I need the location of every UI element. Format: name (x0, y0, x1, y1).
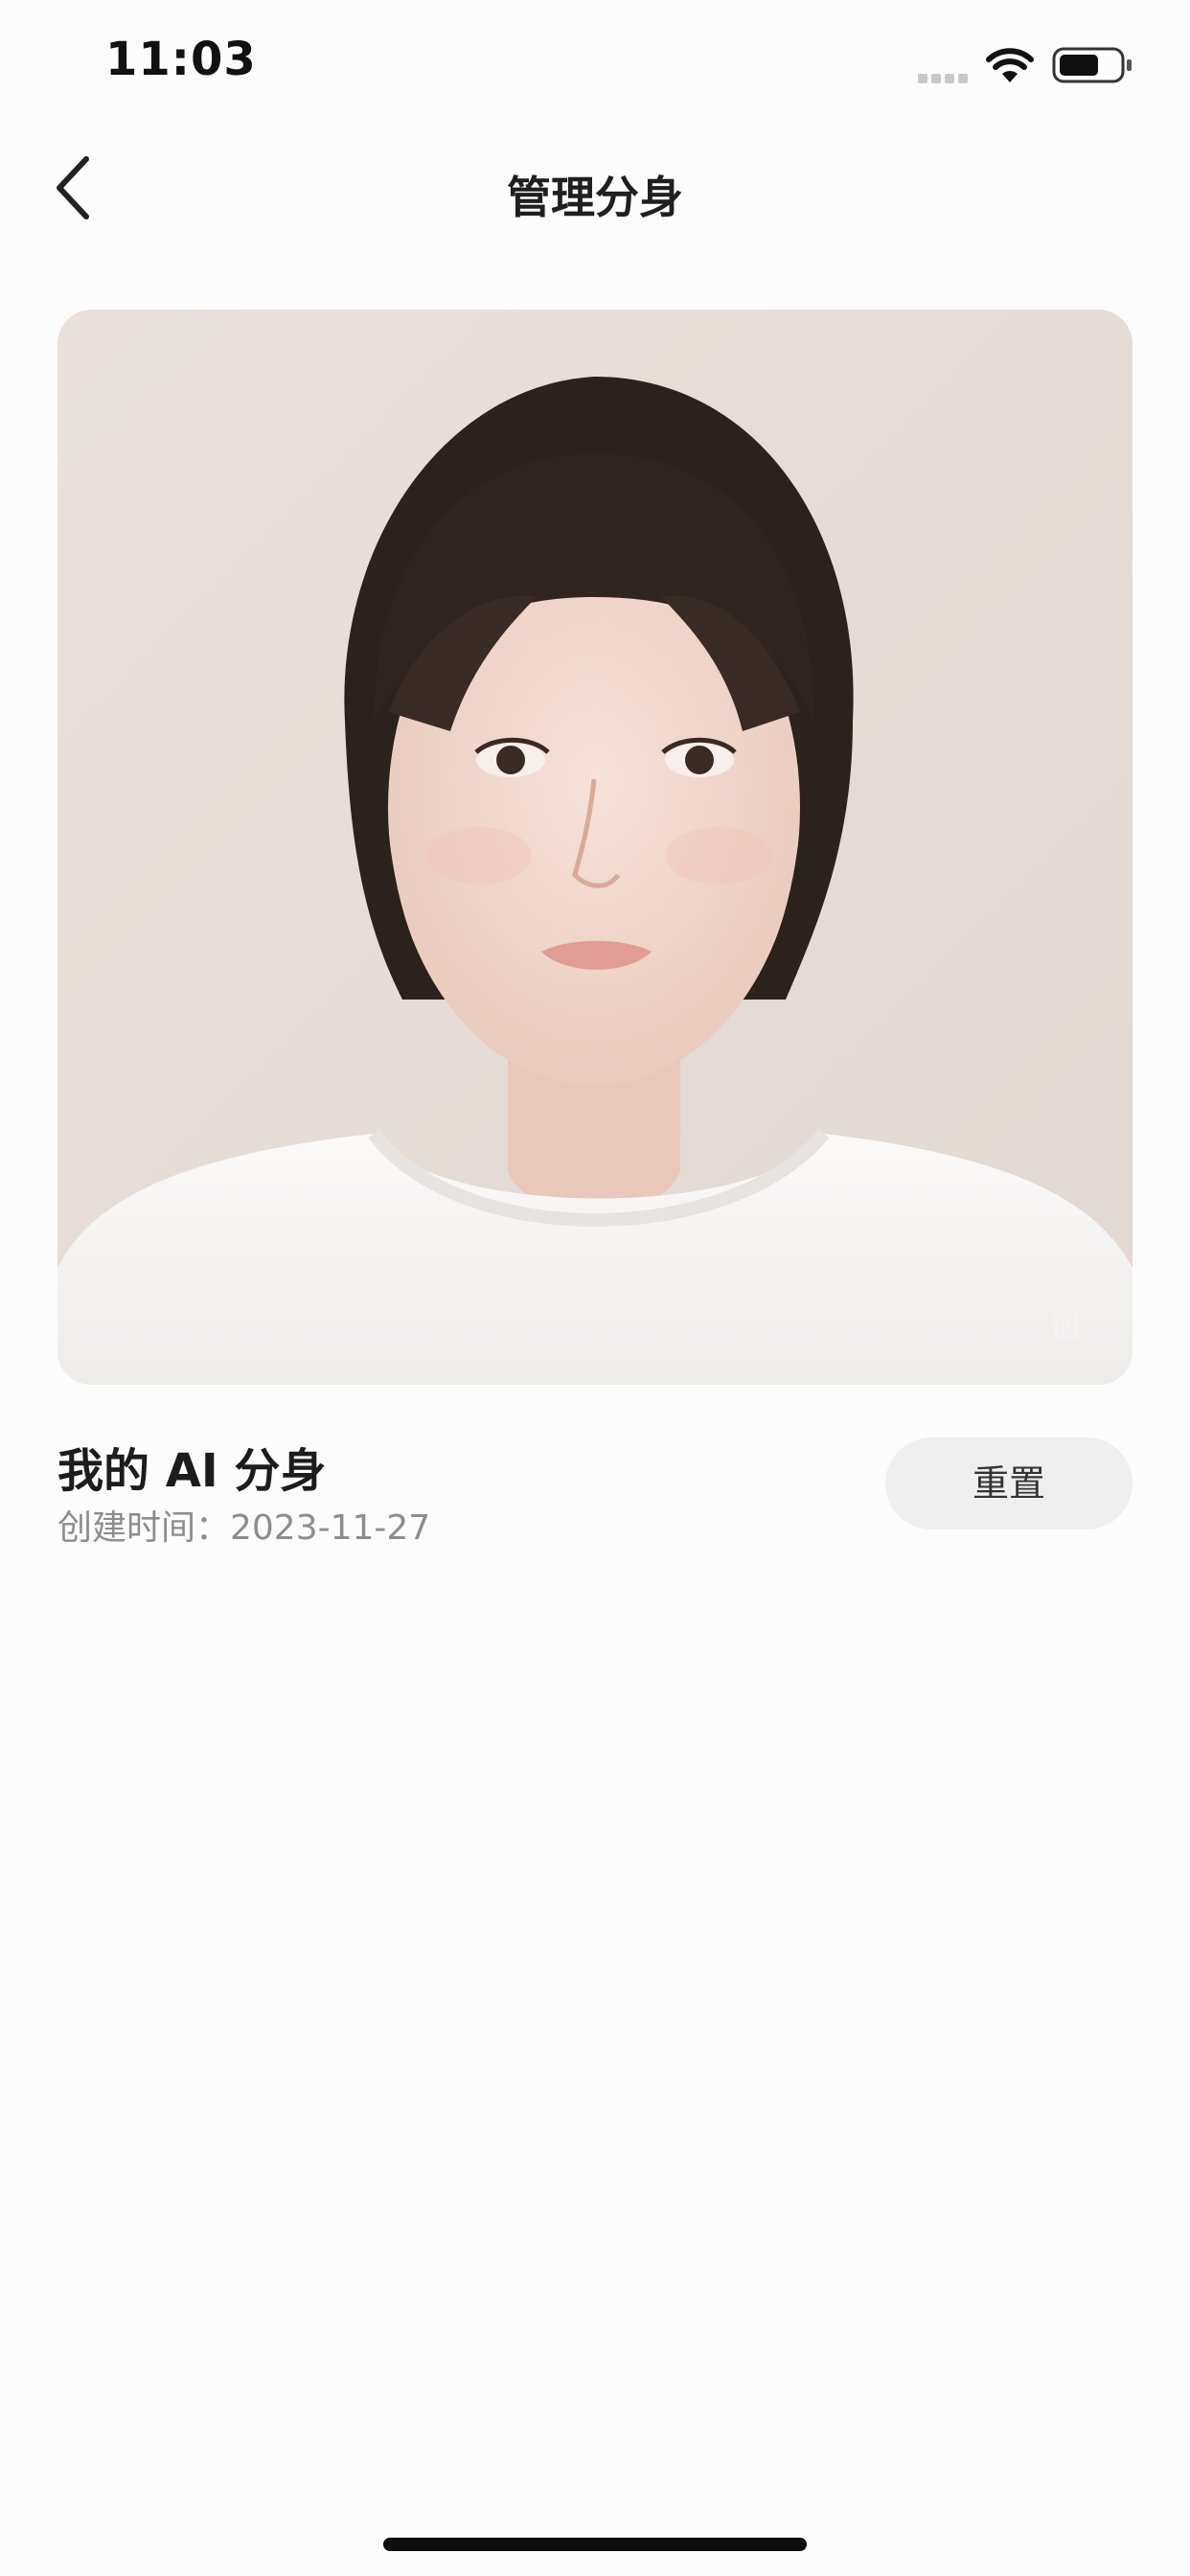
status-time: 11:03 (105, 33, 257, 86)
created-date: 创建时间：2023-11-27 (57, 1508, 431, 1548)
cellular-signal-icon (918, 69, 972, 83)
home-indicator[interactable] (383, 2538, 807, 2551)
page-title: 管理分身 (507, 172, 683, 223)
avatar-photo[interactable] (57, 310, 1133, 1385)
battery-icon (1052, 47, 1132, 83)
status-bar: 11:03 (0, 0, 1190, 134)
wifi-icon (986, 48, 1034, 82)
trash-icon[interactable] (1044, 1300, 1087, 1342)
clone-name: 我的 AI 分身 (57, 1444, 327, 1498)
portrait-image (57, 310, 1133, 1385)
reset-button[interactable]: 重置 (885, 1438, 1133, 1530)
